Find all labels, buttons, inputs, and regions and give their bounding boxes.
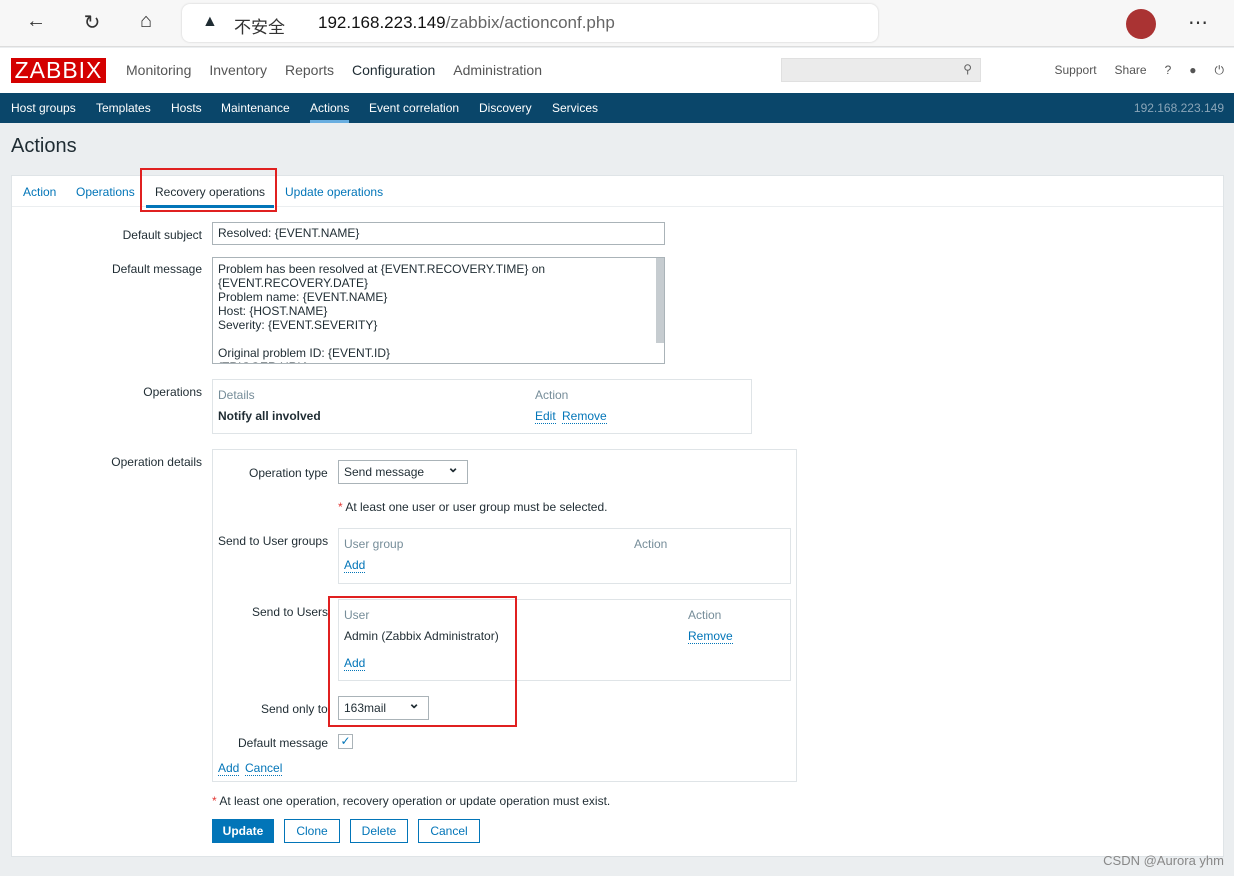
usergroups-table: User group Action Add [338, 528, 791, 584]
send-only-label: Send only to [261, 702, 328, 716]
operations-label: Operations [143, 385, 202, 399]
remove-link[interactable]: Remove [562, 409, 607, 424]
subnav-event-correlation[interactable]: Event correlation [369, 101, 459, 115]
search-input[interactable]: ⚲ [781, 58, 981, 82]
back-icon[interactable]: ← [22, 10, 50, 33]
nav-inventory[interactable]: Inventory [209, 62, 267, 78]
help-link[interactable]: ? [1165, 63, 1172, 78]
address-bar[interactable]: ▲ 不安全 192.168.223.149/zabbix/actionconf.… [182, 4, 878, 42]
col-details: Details [218, 388, 255, 402]
sub-nav: Host groups Templates Hosts Maintenance … [0, 93, 1234, 123]
operation-details-label: Operation details [111, 455, 202, 469]
logout-icon[interactable]: ⏻ [1215, 63, 1225, 78]
operation-row: Notify all involved [218, 409, 321, 423]
server-name: 192.168.223.149 [1133, 101, 1224, 115]
update-button[interactable]: Update [212, 819, 274, 843]
reload-icon[interactable]: ↻ [78, 10, 106, 35]
share-link[interactable]: Share [1115, 63, 1147, 78]
action-form: Action Operations Recovery operations Up… [11, 168, 1224, 857]
warning-icon: ▲ [202, 13, 218, 30]
home-icon[interactable]: ⌂ [132, 10, 160, 33]
nav-reports[interactable]: Reports [285, 62, 334, 78]
col-action: Action [688, 608, 722, 622]
optype-label: Operation type [249, 466, 328, 480]
add-operation-link[interactable]: Add [218, 761, 240, 776]
subject-label: Default subject [122, 228, 202, 242]
user-icon[interactable]: ● [1189, 63, 1196, 78]
subnav-templates[interactable]: Templates [96, 101, 151, 115]
default-message-checkbox[interactable]: ✓ [338, 734, 353, 749]
message-label: Default message [111, 262, 202, 276]
url: 192.168.223.149/zabbix/actionconf.php [318, 13, 615, 32]
delete-button[interactable]: Delete [350, 819, 408, 843]
tab-update-operations[interactable]: Update operations [285, 185, 383, 199]
nav-administration[interactable]: Administration [453, 62, 542, 78]
subnav-actions[interactable]: Actions [310, 101, 350, 123]
subnav-services[interactable]: Services [552, 101, 598, 115]
col-user-group: User group [344, 537, 404, 551]
footer-warning: * At least one operation, recovery opera… [212, 794, 611, 808]
zabbix-header: ZABBIX Monitoring Inventory Reports Conf… [0, 48, 1234, 93]
cancel-button[interactable]: Cancel [418, 819, 480, 843]
watermark: CSDN @Aurora yhm [1103, 853, 1224, 868]
browser-bar: ← ↻ ⌂ ▲ 不安全 192.168.223.149/zabbix/actio… [0, 0, 1234, 47]
edit-link[interactable]: Edit [535, 409, 556, 424]
usergroups-label: Send to User groups [218, 534, 329, 548]
zabbix-logo[interactable]: ZABBIX [11, 58, 106, 83]
support-link[interactable]: Support [1055, 63, 1097, 78]
remove-user-link[interactable]: Remove [688, 629, 733, 644]
nav-configuration[interactable]: Configuration [352, 62, 435, 78]
clone-button[interactable]: Clone [284, 819, 340, 843]
page-title: Actions [11, 135, 77, 157]
search-icon: ⚲ [963, 62, 972, 76]
more-icon[interactable]: ⋯ [1184, 10, 1212, 35]
message-textarea[interactable]: Problem has been resolved at {EVENT.RECO… [212, 257, 665, 364]
users-label: Send to Users [252, 605, 329, 619]
tab-operations[interactable]: Operations [76, 185, 135, 199]
highlight-box [140, 168, 277, 212]
subnav-maintenance[interactable]: Maintenance [221, 101, 290, 115]
user-warning: * At least one user or user group must b… [338, 500, 608, 514]
subnav-hosts[interactable]: Hosts [171, 101, 202, 115]
nav-monitoring[interactable]: Monitoring [126, 62, 191, 78]
insecure-label: 不安全 [234, 18, 285, 37]
cancel-operation-link[interactable]: Cancel [245, 761, 283, 776]
col-action: Action [535, 388, 569, 402]
subnav-discovery[interactable]: Discovery [479, 101, 532, 115]
col-action: Action [634, 537, 668, 551]
operations-table: Details Action Notify all involved Edit … [212, 379, 752, 434]
default-message-label: Default message [238, 736, 329, 750]
avatar[interactable] [1126, 9, 1156, 39]
highlight-box [328, 596, 517, 727]
operation-type-select[interactable]: Send message [338, 459, 468, 484]
tab-action[interactable]: Action [23, 185, 56, 199]
scrollbar[interactable] [656, 258, 664, 343]
subject-input[interactable]: Resolved: {EVENT.NAME} [212, 222, 665, 245]
subnav-host-groups[interactable]: Host groups [11, 101, 76, 115]
add-usergroup-link[interactable]: Add [344, 558, 366, 573]
